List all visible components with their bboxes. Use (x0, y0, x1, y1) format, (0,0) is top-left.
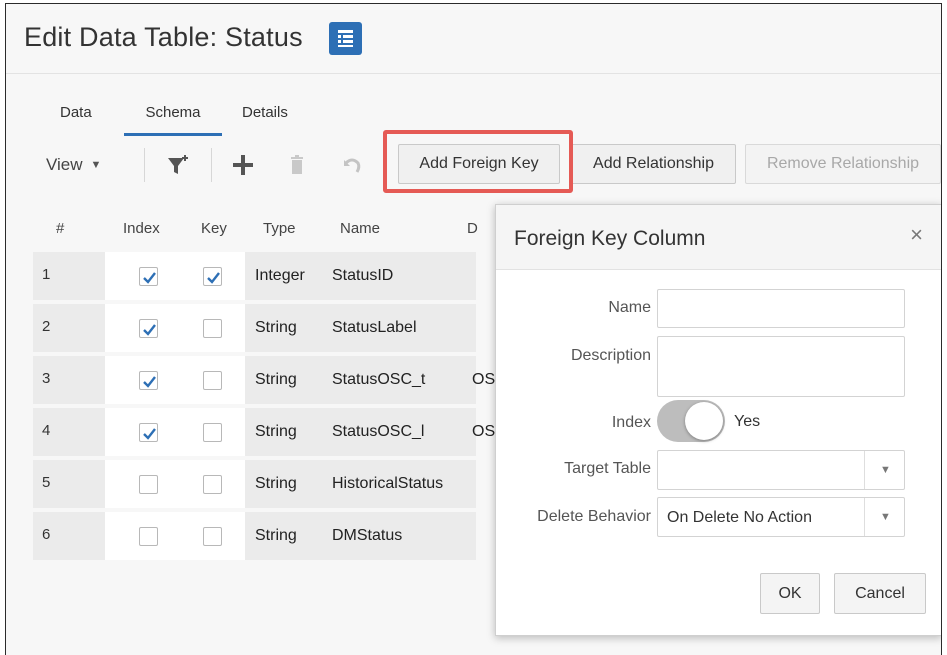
row-check-cells (105, 408, 245, 456)
row-number: 2 (42, 318, 51, 335)
table-row[interactable]: 1 Integer StatusID (6, 252, 476, 300)
close-icon[interactable]: × (910, 222, 923, 248)
column-header-index: Index (123, 220, 160, 237)
delete-icon[interactable] (282, 150, 312, 180)
dropdown-caret[interactable]: ▼ (864, 498, 904, 536)
row-check-cells (105, 512, 245, 560)
key-checkbox[interactable] (203, 371, 222, 390)
index-checkbox[interactable] (139, 319, 158, 338)
dialog-title: Foreign Key Column (514, 227, 706, 250)
app-window: Edit Data Table: Status Data Schema Deta… (5, 3, 942, 655)
index-toggle[interactable] (657, 400, 725, 442)
grid-header: # Index Key Type Name D (6, 200, 478, 250)
row-number: 3 (42, 370, 51, 387)
row-check-cells (105, 356, 245, 404)
type-cell: String (255, 319, 297, 336)
name-cell: StatusOSC_l (332, 423, 425, 440)
toolbar-divider (211, 148, 212, 182)
target-table-label: Target Table (564, 460, 651, 477)
row-number: 1 (42, 266, 51, 283)
index-checkbox[interactable] (139, 371, 158, 390)
delete-behavior-label: Delete Behavior (537, 508, 651, 525)
index-toggle-text: Yes (734, 413, 761, 430)
chevron-down-icon: ▼ (90, 159, 102, 171)
tab-data[interactable]: Data (60, 102, 92, 136)
page-title: Edit Data Table: Status (24, 22, 303, 52)
index-label: Index (611, 414, 651, 431)
type-cell: String (255, 475, 297, 492)
target-table-select[interactable]: ▼ (657, 450, 905, 490)
description-label: Description (570, 347, 651, 364)
tab-details[interactable]: Details (242, 102, 288, 136)
highlight-box (383, 130, 573, 193)
name-cell: HistoricalStatus (332, 475, 444, 492)
cancel-button[interactable]: Cancel (834, 573, 926, 614)
description-field[interactable] (657, 336, 905, 397)
row-number: 4 (42, 422, 51, 439)
type-cell: String (255, 423, 297, 440)
type-cell: Integer (255, 267, 305, 284)
undo-icon[interactable] (336, 150, 366, 180)
remove-relationship-button[interactable]: Remove Relationship (745, 144, 941, 184)
key-checkbox[interactable] (203, 267, 222, 286)
table-row[interactable]: 4 String StatusOSC_l OS (6, 408, 495, 456)
name-label: Name (608, 299, 651, 316)
tab-schema[interactable]: Schema (124, 102, 222, 136)
column-header-description: D (467, 220, 478, 237)
table-row[interactable]: 5 String HistoricalStatus (6, 460, 476, 508)
name-cell: DMStatus (332, 527, 403, 544)
row-number: 5 (42, 474, 51, 491)
row-check-cells (105, 252, 245, 300)
table-row[interactable]: 2 String StatusLabel (6, 304, 476, 352)
index-checkbox[interactable] (139, 527, 158, 546)
table-row[interactable]: 3 String StatusOSC_t OS (6, 356, 495, 404)
row-check-cells (105, 304, 245, 352)
description-cell: OS (472, 371, 496, 388)
column-header-key: Key (201, 220, 227, 237)
view-menu-button[interactable]: View ▼ (46, 155, 101, 175)
index-checkbox[interactable] (139, 267, 158, 286)
column-header-name: Name (340, 220, 381, 237)
row-number: 6 (42, 526, 51, 543)
add-icon[interactable] (228, 150, 258, 180)
table-row[interactable]: 6 String DMStatus (6, 512, 476, 560)
dropdown-caret[interactable]: ▼ (864, 451, 904, 489)
type-cell: String (255, 371, 297, 388)
key-checkbox[interactable] (203, 319, 222, 338)
column-header-number: # (56, 220, 65, 237)
toggle-knob (685, 402, 723, 440)
name-cell: StatusLabel (332, 319, 417, 336)
table-list-icon[interactable] (329, 22, 362, 55)
page-header: Edit Data Table: Status (6, 4, 941, 74)
dialog-header: Foreign Key Column × (496, 205, 941, 270)
column-header-type: Type (263, 220, 296, 237)
name-cell: StatusOSC_t (332, 371, 426, 388)
delete-behavior-select[interactable]: On Delete No Action ▼ (657, 497, 905, 537)
delete-behavior-value: On Delete No Action (667, 509, 812, 526)
index-checkbox[interactable] (139, 423, 158, 442)
name-field[interactable] (657, 289, 905, 328)
row-check-cells (105, 460, 245, 508)
chevron-down-icon: ▼ (880, 511, 891, 523)
ok-button[interactable]: OK (760, 573, 820, 614)
filter-icon[interactable] (162, 150, 192, 180)
key-checkbox[interactable] (203, 423, 222, 442)
toolbar-divider (144, 148, 145, 182)
add-relationship-button[interactable]: Add Relationship (571, 144, 736, 184)
chevron-down-icon: ▼ (880, 464, 891, 476)
key-checkbox[interactable] (203, 475, 222, 494)
name-cell: StatusID (332, 267, 394, 284)
view-menu-label: View (46, 155, 83, 174)
type-cell: String (255, 527, 297, 544)
index-checkbox[interactable] (139, 475, 158, 494)
foreign-key-dialog: Foreign Key Column × Name Description In… (495, 204, 941, 636)
description-cell: OS (472, 423, 496, 440)
key-checkbox[interactable] (203, 527, 222, 546)
